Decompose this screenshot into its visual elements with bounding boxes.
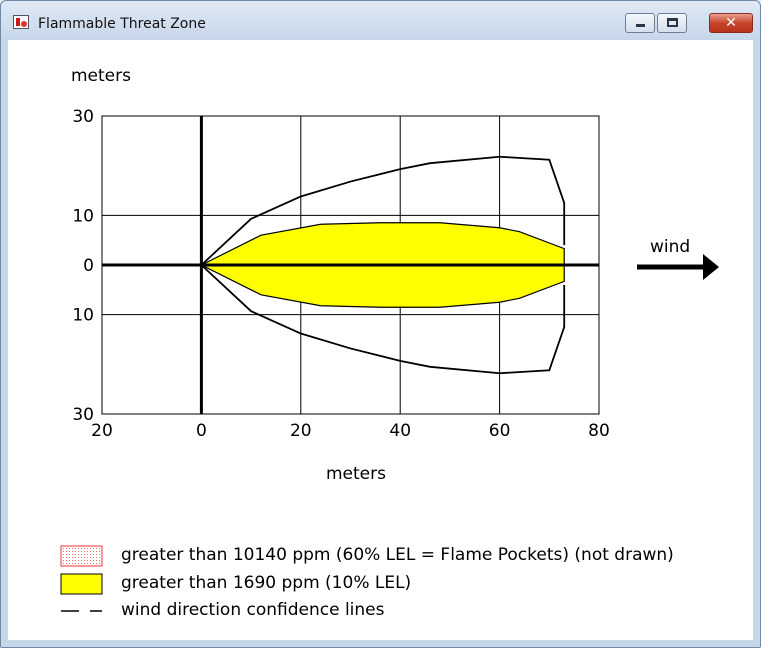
legend-swatch-flame-pockets <box>60 545 103 567</box>
y-tick-label: 10 <box>72 206 94 226</box>
y-tick-label: 0 <box>83 256 94 276</box>
minimize-icon <box>636 24 645 27</box>
title-bar[interactable]: Flammable Threat Zone ✕ <box>1 1 760 41</box>
y-axis-title: meters <box>71 66 131 86</box>
window-frame: Flammable Threat Zone ✕ meters meters 20… <box>0 0 761 648</box>
legend: greater than 10140 ppm (60% LEL = Flame … <box>60 545 674 620</box>
axes <box>102 116 599 414</box>
x-tick-label: 40 <box>389 421 411 441</box>
maximize-button[interactable] <box>657 13 687 33</box>
x-tick-label: 60 <box>489 421 511 441</box>
y-tick-label: 30 <box>72 405 94 425</box>
x-tick-label: 20 <box>91 421 113 441</box>
threat-zone-chart: meters meters 20 0 20 40 60 80 30 10 0 10 30 wind <box>60 66 719 620</box>
x-axis-title: meters <box>326 464 386 484</box>
legend-label-lel: greater than 1690 ppm (10% LEL) <box>121 573 411 593</box>
close-icon: ✕ <box>725 15 737 31</box>
x-tick-label: 80 <box>588 421 610 441</box>
y-tick-label: 10 <box>72 306 94 326</box>
close-button[interactable]: ✕ <box>709 13 753 33</box>
window-title: Flammable Threat Zone <box>38 16 206 32</box>
maximize-icon <box>667 18 678 27</box>
x-tick-label: 0 <box>196 421 207 441</box>
chart-area: meters meters 20 0 20 40 60 80 30 10 0 10 30 wind <box>8 40 753 640</box>
legend-swatch-lel <box>60 573 103 595</box>
wind-label: wind <box>650 237 690 257</box>
y-tick-label: 30 <box>72 107 94 127</box>
flame-icon <box>13 15 29 29</box>
x-tick-label: 20 <box>290 421 312 441</box>
legend-label-confidence: wind direction confidence lines <box>121 600 385 620</box>
wind-arrow-icon <box>637 254 719 280</box>
minimize-button[interactable] <box>625 13 655 33</box>
legend-label-flame-pockets: greater than 10140 ppm (60% LEL = Flame … <box>121 545 674 565</box>
